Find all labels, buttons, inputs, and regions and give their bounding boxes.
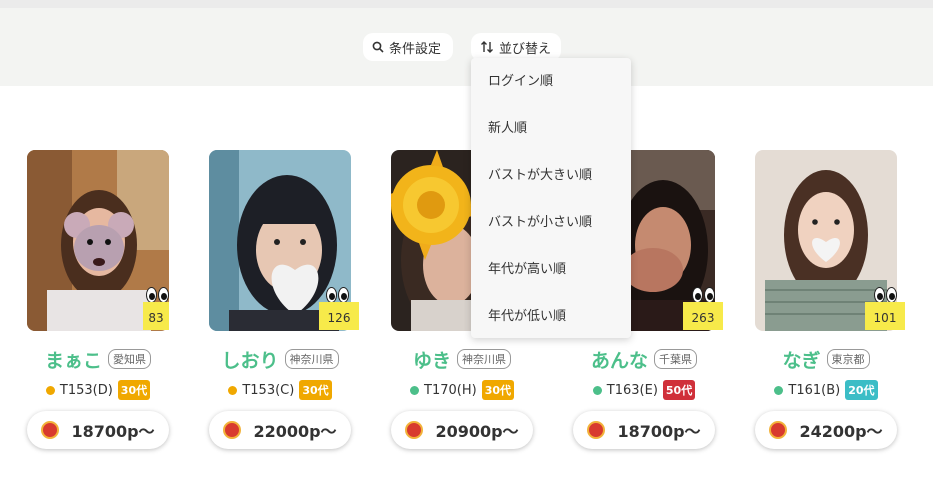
prefecture-tag: 神奈川県 [284, 349, 339, 369]
profile-card[interactable]: 83 まぁこ 愛知県 T153(D) 30代 18700p〜 [27, 150, 169, 450]
sort-option-age-low[interactable]: 年代が低い順 [488, 307, 566, 327]
price-button[interactable]: 18700p〜 [573, 411, 715, 449]
cast-name: まぁこ [44, 349, 102, 372]
prefecture-tag: 東京都 [826, 349, 870, 369]
price-button[interactable]: 20900p〜 [391, 411, 533, 449]
view-count-badge: 126 [319, 302, 359, 330]
price-button[interactable]: 18700p〜 [27, 411, 169, 449]
body-spec: T153(C) [242, 382, 295, 398]
sort-dropdown-menu: ログイン順 新人順 バストが大きい順 バストが小さい順 年代が高い順 年代が低い… [471, 58, 631, 338]
coin-icon [405, 421, 424, 439]
cast-name: ゆき [412, 349, 451, 372]
price-label: 18700p〜 [71, 422, 155, 441]
status-dot [228, 385, 238, 395]
price-label: 22000p〜 [253, 422, 337, 441]
age-badge: 30代 [117, 380, 151, 400]
price-button[interactable]: 24200p〜 [755, 411, 897, 449]
age-badge: 50代 [662, 380, 696, 400]
coin-icon [223, 421, 242, 439]
sort-icon [481, 41, 493, 53]
sort-option-bust-large[interactable]: バストが大きい順 [488, 166, 592, 186]
conditions-label: 条件設定 [389, 41, 442, 57]
prefecture-tag: 神奈川県 [457, 349, 511, 369]
sort-option-login[interactable]: ログイン順 [488, 72, 553, 92]
coin-icon [769, 421, 788, 439]
sort-button[interactable]: 並び替え [471, 33, 561, 61]
profile-card[interactable]: 101 なぎ 東京都 T161(B) 20代 24200p〜 [755, 150, 905, 450]
age-badge: 30代 [299, 380, 332, 400]
prefecture-tag: 千葉県 [654, 349, 697, 369]
profile-card[interactable]: 126 しおり 神奈川県 T153(C) 30代 22000p〜 [209, 150, 359, 450]
age-badge: 30代 [481, 380, 514, 400]
top-strip [0, 0, 933, 8]
price-label: 18700p〜 [617, 422, 701, 441]
body-spec: T161(B) [788, 382, 841, 398]
sort-option-newcomer[interactable]: 新人順 [488, 119, 527, 139]
price-label: 24200p〜 [799, 422, 883, 441]
view-count-badge: 263 [683, 302, 723, 330]
body-spec: T170(H) [424, 382, 477, 398]
body-spec: T163(E) [606, 382, 658, 398]
view-count-badge: 101 [865, 302, 905, 330]
sort-label: 並び替え [499, 41, 552, 57]
cast-name: あんな [590, 349, 648, 372]
cast-name: しおり [221, 349, 279, 372]
age-badge: 20代 [845, 380, 878, 400]
view-count-badge: 83 [143, 302, 169, 330]
status-dot [592, 385, 602, 395]
price-label: 20900p〜 [435, 422, 519, 441]
sort-option-age-high[interactable]: 年代が高い順 [488, 260, 566, 280]
status-dot [774, 385, 784, 395]
sort-option-bust-small[interactable]: バストが小さい順 [488, 213, 592, 233]
body-spec: T153(D) [59, 382, 113, 398]
status-dot [410, 385, 419, 395]
status-dot [45, 385, 55, 395]
prefecture-tag: 愛知県 [108, 349, 151, 369]
price-button[interactable]: 22000p〜 [209, 411, 351, 449]
search-icon [372, 41, 384, 53]
coin-icon [41, 421, 60, 439]
coin-icon [587, 421, 606, 439]
cast-name: なぎ [782, 349, 821, 372]
filter-bar [0, 8, 933, 86]
conditions-button[interactable]: 条件設定 [363, 33, 453, 61]
